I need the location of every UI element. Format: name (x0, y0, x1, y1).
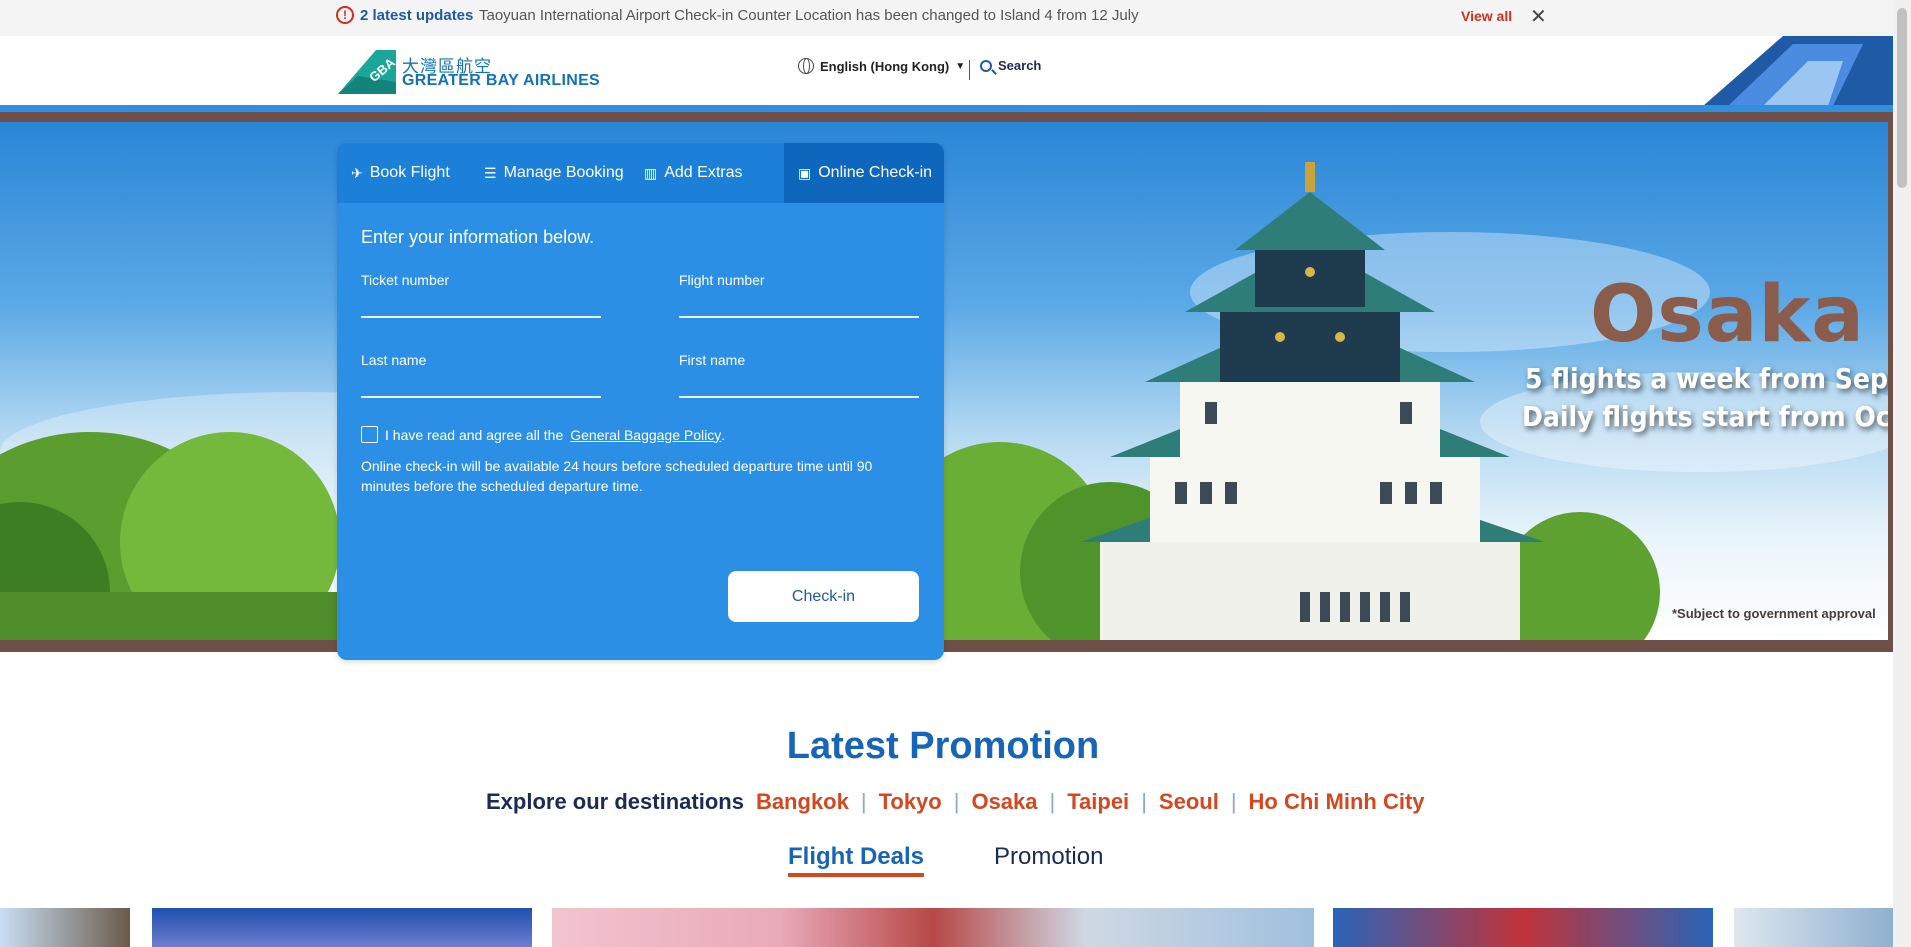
destination-seoul[interactable]: Seoul (1159, 789, 1219, 815)
caret-down-icon: ▼ (955, 60, 966, 72)
destination-divider: | (860, 789, 867, 814)
hero-promo-line-2: Daily flights start from Oct (1522, 400, 1888, 433)
globe-icon (798, 58, 814, 74)
agree-checkbox[interactable] (361, 426, 378, 443)
destination-bangkok[interactable]: Bangkok (756, 789, 849, 815)
explore-label: Explore our destinations (486, 789, 744, 814)
search-icon (980, 59, 992, 72)
flight-number-field[interactable]: Flight number (679, 272, 919, 318)
tab-book-flight[interactable]: ✈ Book Flight (337, 143, 470, 203)
latest-promotion-heading: Latest Promotion (786, 725, 1100, 767)
airline-logo[interactable]: GBA 大灣區航空 GREATER BAY AIRLINES (336, 48, 600, 96)
notice-message[interactable]: Taoyuan International Airport Check-in C… (479, 7, 1139, 24)
tab-book-flight-label: Book Flight (369, 164, 450, 181)
destination-divider: | (1049, 789, 1056, 814)
check-in-availability-note: Online check-in will be available 24 hou… (361, 458, 873, 494)
logo-english-name: GREATER BAY AIRLINES (402, 72, 601, 89)
tab-online-check-in[interactable]: ▣ Online Check-in (784, 143, 944, 203)
destination-tokyo[interactable]: Tokyo (879, 789, 942, 815)
deal-card[interactable] (1734, 908, 1893, 947)
list-edit-icon: ☰ (484, 164, 497, 181)
baggage-policy-agreement: I have read and agree all the General Ba… (361, 426, 725, 443)
destination-divider: | (1230, 789, 1237, 814)
deal-card[interactable] (0, 908, 130, 947)
language-label: English (Hong Kong) (820, 58, 950, 74)
warning-circle-icon: ! (336, 6, 354, 24)
baggage-policy-link[interactable]: General Baggage Policy (570, 427, 721, 443)
tab-manage-booking-label: Manage Booking (503, 164, 624, 181)
header-divider (969, 60, 970, 80)
check-in-button[interactable]: Check-in (728, 571, 919, 622)
tab-manage-booking[interactable]: ☰ Manage Booking (470, 143, 644, 203)
close-icon[interactable]: ✕ (1530, 7, 1547, 27)
last-name-field[interactable]: Last name (361, 352, 601, 398)
luggage-icon: ▥ (644, 164, 658, 181)
hero-disclaimer: *Subject to government approval (1672, 606, 1876, 621)
page-scrollbar[interactable] (1893, 0, 1911, 947)
deal-card[interactable] (152, 908, 532, 947)
tab-flight-deals[interactable]: Flight Deals (788, 843, 925, 877)
search-label: Search (998, 58, 1042, 73)
header-accent-bar (0, 105, 1893, 112)
booking-widget: ✈ Book Flight ☰ Manage Booking ▥ Add Ext… (337, 143, 944, 660)
hero-promo-line-1: 5 flights a week from Sept * (1525, 362, 1888, 395)
ticket-number-label: Ticket number (361, 272, 450, 288)
scrollbar-thumb[interactable] (1897, 8, 1907, 188)
tab-add-extras[interactable]: ▥ Add Extras (644, 143, 784, 203)
notice-bar: ! 2 latest updates Taoyuan International… (0, 0, 1893, 36)
form-intro: Enter your information below. (361, 227, 595, 247)
language-selector[interactable]: English (Hong Kong) ▼ (798, 58, 965, 74)
search-button[interactable]: Search (980, 58, 1041, 73)
deal-cards-strip (0, 908, 1893, 947)
flight-number-input[interactable] (679, 316, 919, 318)
destination-osaka[interactable]: Osaka (971, 789, 1037, 815)
site-header: GBA 大灣區航空 GREATER BAY AIRLINES English (… (0, 36, 1893, 108)
last-name-input[interactable] (361, 396, 601, 398)
destination-ho-chi-minh-city[interactable]: Ho Chi Minh City (1249, 789, 1425, 815)
first-name-input[interactable] (679, 396, 919, 398)
hero-city-title: Osaka (1590, 270, 1865, 360)
deal-card[interactable] (1333, 908, 1713, 947)
view-all-link[interactable]: View all (1461, 8, 1512, 24)
destination-links: Explore our destinations Bangkok | Tokyo… (486, 789, 1425, 815)
ticket-number-field[interactable]: Ticket number (361, 272, 601, 318)
ticket-number-input[interactable] (361, 316, 601, 318)
header-corner-decoration (1703, 36, 1893, 106)
first-name-field[interactable]: First name (679, 352, 919, 398)
flight-number-label: Flight number (679, 272, 765, 288)
destination-taipei[interactable]: Taipei (1067, 789, 1129, 815)
airplane-icon: ✈ (351, 164, 363, 181)
updates-count-link[interactable]: 2 latest updates (360, 7, 473, 24)
booking-tabs: ✈ Book Flight ☰ Manage Booking ▥ Add Ext… (337, 143, 944, 203)
destination-divider: | (1141, 789, 1147, 814)
destination-divider: | (953, 789, 960, 814)
last-name-label: Last name (361, 352, 427, 368)
tab-online-check-in-label: Online Check-in (818, 164, 933, 181)
check-in-monitor-icon: ▣ (798, 164, 812, 181)
deal-card[interactable] (552, 908, 1314, 947)
first-name-label: First name (679, 352, 746, 368)
tab-add-extras-label: Add Extras (664, 164, 743, 181)
gba-logo-mark-icon: GBA (338, 50, 398, 94)
osaka-castle-image: Osaka 5 flights a week from Sept * Daily… (0, 122, 1888, 640)
tab-promotion[interactable]: Promotion (994, 843, 1103, 877)
hero-banner[interactable]: Osaka 5 flights a week from Sept * Daily… (0, 112, 1893, 652)
agree-text: I have read and agree all the (385, 426, 564, 443)
deal-tabs: Flight Deals Promotion (788, 843, 1103, 877)
agree-suffix: . (721, 426, 726, 443)
